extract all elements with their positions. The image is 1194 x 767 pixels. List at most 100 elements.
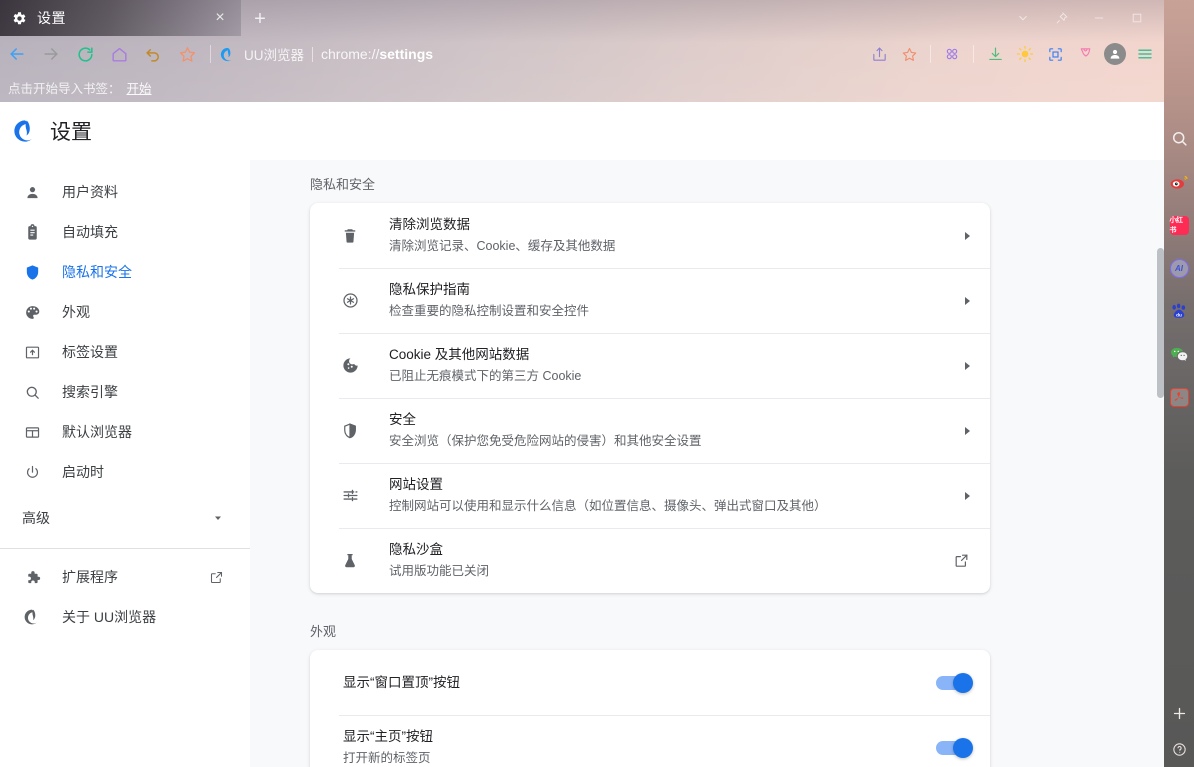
- sidebar-item-search-engine[interactable]: 搜索引擎: [0, 372, 250, 412]
- row-text: 网站设置 控制网站可以使用和显示什么信息（如位置信息、摄像头、弹出式窗口及其他）: [389, 465, 942, 525]
- xiaohongshu-icon[interactable]: 小红书: [1169, 215, 1189, 235]
- uu-logo-icon: [22, 607, 42, 627]
- undo-button[interactable]: [136, 37, 170, 71]
- toolbar-divider: [210, 45, 211, 63]
- bookmark-import-start-link[interactable]: 开始: [127, 78, 152, 97]
- toggle-window-on-top[interactable]: [936, 676, 970, 690]
- search-icon[interactable]: [1169, 128, 1189, 148]
- row-text: 显示“主页”按钮 打开新的标签页: [343, 717, 936, 767]
- weibo-icon[interactable]: [1169, 172, 1189, 192]
- row-show-home-button[interactable]: 显示“主页”按钮 打开新的标签页: [310, 715, 990, 767]
- pdf-icon[interactable]: [1169, 387, 1189, 407]
- download-icon[interactable]: [980, 39, 1010, 69]
- settings-header: 设置: [0, 102, 1164, 160]
- bookmark-bar: 点击开始导入书签： 开始: [0, 72, 1194, 102]
- row-text: 清除浏览数据 清除浏览记录、Cookie、缓存及其他数据: [389, 205, 942, 265]
- new-tab-button[interactable]: +: [248, 7, 272, 31]
- external-link-icon: [209, 570, 224, 585]
- baidu-icon[interactable]: du: [1169, 301, 1189, 321]
- chevron-right-icon[interactable]: [942, 362, 970, 370]
- row-show-window-on-top-button[interactable]: 显示“窗口置顶”按钮: [310, 650, 990, 715]
- trash-icon: [339, 227, 361, 245]
- minimize-button[interactable]: [1080, 0, 1118, 36]
- row-subtitle: 控制网站可以使用和显示什么信息（如位置信息、摄像头、弹出式窗口及其他）: [389, 497, 942, 516]
- sidebar-item-about[interactable]: 关于 UU浏览器: [0, 597, 250, 637]
- share-icon[interactable]: [864, 39, 894, 69]
- chevron-right-icon[interactable]: [942, 297, 970, 305]
- row-privacy-guide[interactable]: 隐私保护指南 检查重要的隐私控制设置和安全控件: [310, 268, 990, 333]
- tab-close-icon[interactable]: ×: [211, 9, 229, 27]
- chevron-right-icon[interactable]: [942, 492, 970, 500]
- settings-content: 隐私和安全 清除浏览数据 清除浏览记录、Cookie、缓存及其他数据: [250, 160, 1164, 767]
- star-icon[interactable]: [894, 39, 924, 69]
- tab-icon: [22, 342, 42, 362]
- sidebar-item-autofill[interactable]: 自动填充: [0, 212, 250, 252]
- row-clear-browsing-data[interactable]: 清除浏览数据 清除浏览记录、Cookie、缓存及其他数据: [310, 203, 990, 268]
- sidebar-item-label: 搜索引擎: [62, 382, 118, 402]
- row-security[interactable]: 安全 安全浏览（保护您免受危险网站的侵害）和其他安全设置: [310, 398, 990, 463]
- forward-button[interactable]: [34, 37, 68, 71]
- sidebar-item-label: 隐私和安全: [62, 262, 132, 282]
- sidebar-item-profile[interactable]: 用户资料: [0, 172, 250, 212]
- omnibox-url: chrome://settings: [321, 46, 433, 62]
- row-cookies[interactable]: Cookie 及其他网站数据 已阻止无痕模式下的第三方 Cookie: [310, 333, 990, 398]
- row-subtitle: 打开新的标签页: [343, 749, 936, 767]
- ai-icon[interactable]: AI: [1169, 258, 1189, 278]
- sidebar-advanced-label: 高级: [22, 508, 50, 528]
- settings-page: 设置 在设置中搜索 用户资料 自动填充: [0, 102, 1164, 767]
- row-site-settings[interactable]: 网站设置 控制网站可以使用和显示什么信息（如位置信息、摄像头、弹出式窗口及其他）: [310, 463, 990, 528]
- content-scrollbar[interactable]: [1157, 160, 1164, 767]
- omnibox-divider: [312, 47, 313, 62]
- row-title: 安全: [389, 410, 942, 430]
- reload-button[interactable]: [68, 37, 102, 71]
- omnibox[interactable]: UU浏览器 chrome://settings: [217, 37, 864, 71]
- tab-settings[interactable]: 设置 ×: [0, 0, 241, 36]
- maximize-button[interactable]: [1118, 0, 1156, 36]
- appearance-card: 显示“窗口置顶”按钮 显示“主页”按钮 打开新的标签页: [310, 650, 990, 767]
- wechat-icon[interactable]: [1169, 344, 1189, 364]
- sidebar-item-extensions[interactable]: 扩展程序: [0, 557, 250, 597]
- row-title: 网站设置: [389, 475, 942, 495]
- brightness-icon[interactable]: [1010, 39, 1040, 69]
- chevron-right-icon[interactable]: [942, 427, 970, 435]
- sidebar-item-privacy-security[interactable]: 隐私和安全: [0, 252, 250, 292]
- bookmark-star-button[interactable]: [170, 37, 204, 71]
- sidebar-item-appearance[interactable]: 外观: [0, 292, 250, 332]
- tune-icon: [339, 486, 361, 505]
- row-title: Cookie 及其他网站数据: [389, 345, 942, 365]
- xiaohongshu-label: 小红书: [1170, 216, 1189, 235]
- tab-search-chevron-icon[interactable]: [1004, 0, 1042, 36]
- sidebar-item-label: 外观: [62, 302, 90, 322]
- chevron-right-icon[interactable]: [942, 232, 970, 240]
- toggle-home-button[interactable]: [936, 741, 970, 755]
- pin-window-icon[interactable]: [1042, 0, 1080, 36]
- add-icon[interactable]: [1164, 695, 1194, 731]
- sidebar-advanced-toggle[interactable]: 高级: [0, 498, 250, 538]
- menu-icon[interactable]: [1130, 39, 1160, 69]
- sidebar-item-on-startup[interactable]: 启动时: [0, 452, 250, 492]
- home-button[interactable]: [102, 37, 136, 71]
- row-title: 清除浏览数据: [389, 215, 942, 235]
- external-link-icon[interactable]: [942, 552, 970, 569]
- uu-logo-icon: [10, 116, 40, 146]
- sidebar-item-label: 扩展程序: [62, 567, 118, 587]
- person-icon: [22, 182, 42, 202]
- row-privacy-sandbox[interactable]: 隐私沙盒 试用版功能已关闭: [310, 528, 990, 593]
- settings-sidebar: 用户资料 自动填充 隐私和安全 外观: [0, 160, 250, 767]
- row-subtitle: 检查重要的隐私控制设置和安全控件: [389, 302, 942, 321]
- sidebar-item-tab-settings[interactable]: 标签设置: [0, 332, 250, 372]
- scrollbar-thumb[interactable]: [1157, 248, 1164, 398]
- help-icon[interactable]: [1164, 731, 1194, 767]
- autofill-icon: [22, 222, 42, 242]
- sidebar-item-label: 启动时: [62, 462, 104, 482]
- gear-icon: [12, 11, 27, 26]
- apps-grid-icon[interactable]: [937, 39, 967, 69]
- tab-strip: 设置 × +: [0, 0, 1194, 36]
- profile-avatar-icon[interactable]: [1100, 39, 1130, 69]
- sidebar-item-default-browser[interactable]: 默认浏览器: [0, 412, 250, 452]
- back-button[interactable]: [0, 37, 34, 71]
- sidebar-item-label: 关于 UU浏览器: [62, 607, 156, 627]
- translate-icon[interactable]: [1070, 39, 1100, 69]
- chevron-down-icon: [212, 512, 224, 524]
- screenshot-icon[interactable]: [1040, 39, 1070, 69]
